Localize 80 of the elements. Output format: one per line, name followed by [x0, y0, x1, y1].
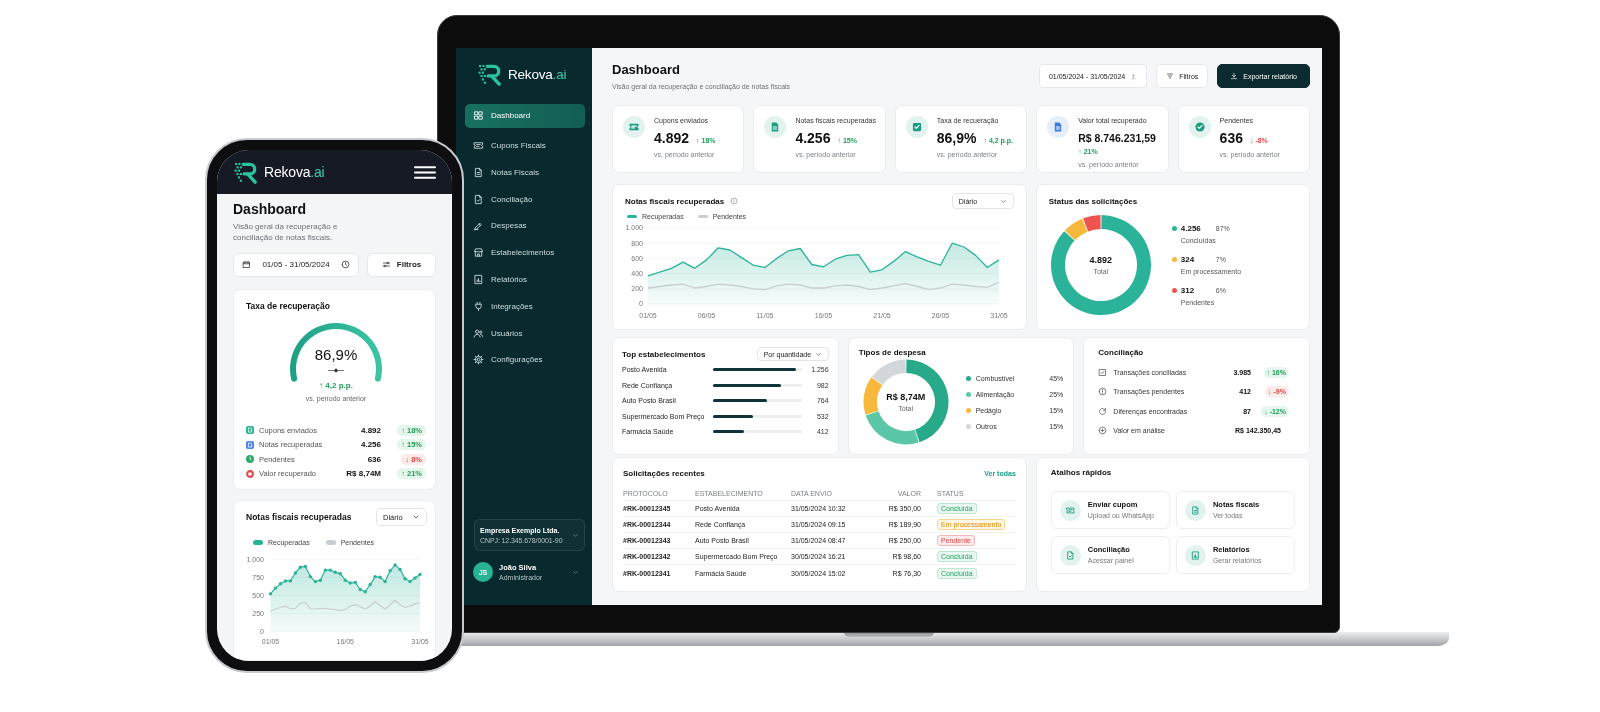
nav-item[interactable]: Configurações — [465, 348, 585, 372]
donut-total-value: R$ 8,74M — [886, 391, 926, 403]
calendar-icon — [242, 260, 251, 270]
chevron-down-icon — [814, 350, 822, 358]
date-range-button[interactable]: 01/05 - 31/05/2024 — [233, 253, 359, 277]
ticket-icon — [473, 140, 484, 152]
card-title: Conciliação — [1098, 347, 1144, 357]
nav-item[interactable]: Estabelecimentos — [465, 241, 585, 265]
download-icon — [1230, 72, 1239, 80]
kpi-value: 86,9% — [936, 130, 977, 147]
logo-text: Rekova.ai — [508, 66, 567, 82]
legend-value: 4.256 — [1180, 223, 1202, 233]
card-title: Notas fiscais recuperadas — [246, 511, 352, 524]
card-title: Status das solicitações — [1048, 196, 1138, 206]
chevron-down-icon — [572, 568, 579, 576]
gauge-value: 86,9% — [314, 345, 358, 364]
document-check-icon — [1059, 544, 1081, 566]
menu-icon[interactable] — [414, 165, 436, 179]
document-icon — [764, 116, 787, 138]
chevron-down-icon — [999, 197, 1007, 205]
card-title: Solicitações recentes — [623, 468, 705, 478]
page-subtitle: Visão geral da recuperação e conciliação de notas fiscais. — [233, 220, 339, 243]
logo-text: Rekova.ai — [264, 164, 325, 180]
refresh-icon — [1098, 406, 1108, 416]
chevron-down-icon — [572, 531, 579, 539]
data-point — [368, 583, 372, 587]
filter-button[interactable]: Filtros — [367, 253, 436, 277]
store-icon — [473, 247, 484, 259]
upload-icon — [1130, 72, 1138, 80]
chart-icon — [473, 274, 484, 286]
alert-circle-icon — [1098, 387, 1108, 397]
document-icon — [473, 166, 484, 178]
donut-total-value: 4.892 — [1089, 254, 1113, 266]
settings-icon — [473, 354, 484, 366]
sliders-icon — [381, 260, 391, 270]
metric-value: 4.892 — [360, 425, 381, 435]
card-title: Notas fiscais recuperadas — [625, 196, 725, 206]
info-icon — [730, 197, 739, 205]
check-circle-icon — [1188, 116, 1211, 138]
kpi-value: R$ 8.746.231,59 — [1078, 131, 1156, 146]
clock-icon — [341, 260, 350, 270]
card-title: Taxa de recuperação — [246, 299, 331, 312]
gauge-marker-icon — [328, 367, 344, 373]
data-point — [268, 592, 273, 596]
data-point — [388, 569, 392, 573]
card-title: Top estabelecimentos — [622, 349, 706, 359]
page-title: Dashboard — [233, 200, 308, 218]
legend-value: 324 — [1180, 254, 1196, 264]
document-icon — [1184, 499, 1206, 521]
plug-icon — [473, 300, 484, 312]
trend-indicator: ↑ 4,2 p.p. — [318, 379, 354, 392]
kpi-value: 4.256 — [795, 130, 831, 147]
nav-item[interactable]: Conciliação — [465, 187, 585, 211]
nav-item[interactable]: Relatórios — [465, 267, 585, 292]
legend-value: 312 — [1180, 285, 1196, 295]
ticket-icon — [623, 116, 645, 138]
document-icon — [1047, 116, 1070, 138]
nav-item[interactable]: Despesas — [465, 214, 585, 238]
card-title: Atalhos rápidos — [1050, 467, 1112, 477]
nav-item[interactable]: Integrações — [465, 294, 585, 319]
metric-value: 4.256 — [360, 440, 381, 450]
chart-icon — [1184, 544, 1206, 566]
kpi-value: 4.892 — [654, 130, 690, 147]
plus-circle-icon — [1098, 426, 1108, 436]
grid-icon — [473, 110, 484, 122]
page-title: Dashboard — [612, 62, 681, 78]
card-title: Tipos de despesa — [858, 347, 926, 357]
metric-value: 636 — [367, 454, 381, 464]
filter-icon — [1166, 72, 1175, 80]
users-icon — [473, 327, 484, 339]
pen-icon — [473, 220, 484, 232]
kpi-value: 636 — [1219, 130, 1243, 147]
nav-item[interactable]: Dashboard — [465, 104, 585, 128]
nav-item[interactable]: Cupons Fiscais — [465, 133, 585, 158]
nav-item[interactable]: Usuários — [465, 321, 585, 345]
check-square-icon — [1098, 367, 1108, 377]
ticket-icon — [1059, 499, 1081, 521]
nav-item[interactable]: Notas Fiscais — [465, 160, 585, 185]
document-check-icon — [473, 193, 484, 205]
metric-value: R$ 8,74M — [346, 469, 381, 479]
